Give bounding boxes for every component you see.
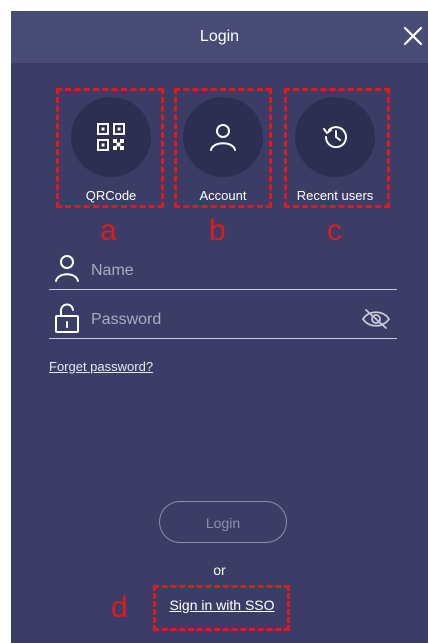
sign-in-with-sso-link[interactable]: Sign in with SSO [167,597,277,613]
annotation-box-a [56,88,164,208]
close-icon[interactable] [402,25,424,47]
or-divider-text: or [213,562,226,578]
dialog-title: Login [199,28,240,45]
password-field [49,300,397,339]
annotation-label-b: b [209,214,226,247]
annotation-label-a: a [100,214,117,247]
annotation-label-d: d [111,591,128,624]
annotation-box-c [284,88,390,208]
name-field [49,251,397,290]
name-input[interactable] [89,255,353,287]
annotation-box-b [174,88,272,208]
password-input[interactable] [89,304,353,336]
login-button[interactable]: Login [159,501,287,543]
user-icon [55,255,79,282]
forget-password-link[interactable]: Forget password? [49,359,153,374]
annotation-label-c: c [327,214,342,247]
title-bar: Login [11,11,428,63]
hide-password-icon[interactable] [361,308,391,330]
login-dialog: Login QRCode Account Recent users a b c … [11,11,428,643]
unlock-icon [55,303,79,333]
